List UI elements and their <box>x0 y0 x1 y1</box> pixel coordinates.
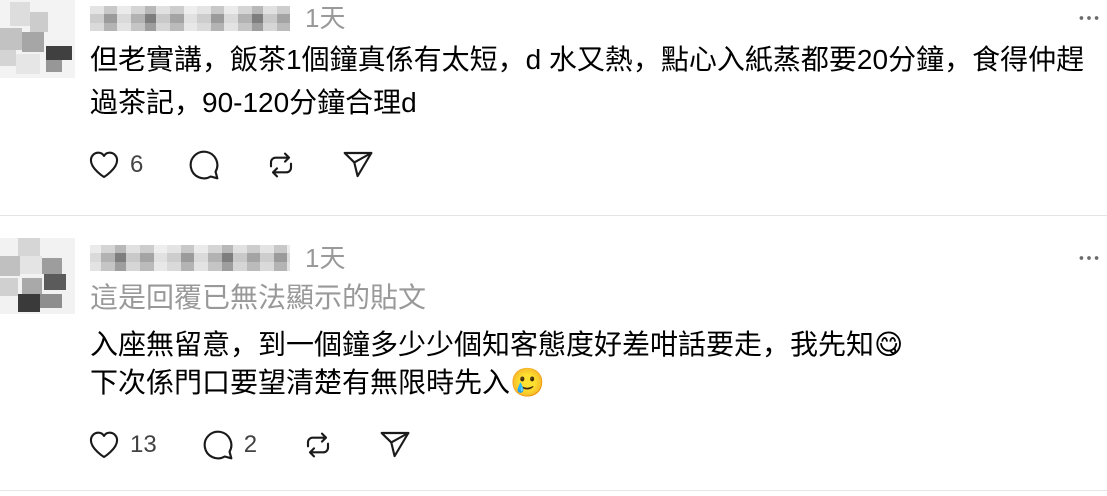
post-text-line: 但老實講，飯茶1個鐘真係有太短，d 水又熱，點心入紙蒸都要20分鐘，食得仲趕 <box>90 44 1085 75</box>
post-timestamp[interactable]: 1天 <box>305 243 345 273</box>
avatar[interactable] <box>0 0 75 78</box>
repost-icon[interactable] <box>265 149 297 181</box>
post-divider <box>0 490 1107 491</box>
more-options-button[interactable] <box>1076 5 1102 31</box>
avatar[interactable] <box>0 238 75 314</box>
like-count[interactable]: 13 <box>130 429 157 461</box>
reply-button[interactable] <box>188 149 220 181</box>
like-count[interactable]: 6 <box>130 149 143 181</box>
post-text: 入座無留意，到一個鐘多少少個知客態度好差咁話要走，我先知😋 下次係門口要望清楚有… <box>90 326 1100 402</box>
repost-icon[interactable] <box>302 429 334 461</box>
username-redacted[interactable] <box>90 6 290 31</box>
post-text-line: 過茶記，90-120分鐘合理d <box>90 87 417 118</box>
heart-icon[interactable] <box>88 429 120 461</box>
reply-button[interactable]: 2 <box>202 429 257 461</box>
post-text-line: 入座無留意，到一個鐘多少少個知客態度好差咁話要走，我先知😋 <box>90 329 904 360</box>
repost-button[interactable] <box>302 429 334 461</box>
more-horizontal-icon[interactable] <box>1076 5 1102 31</box>
post-text-line: 下次係門口要望清楚有無限時先入🥲 <box>90 367 545 398</box>
reply-context-notice: 這是回覆已無法顯示的貼文 <box>90 282 427 313</box>
like-button[interactable]: 13 <box>88 429 157 461</box>
like-button[interactable]: 6 <box>88 149 143 181</box>
reply-count[interactable]: 2 <box>244 429 257 461</box>
username-redacted[interactable] <box>90 245 290 271</box>
more-horizontal-icon[interactable] <box>1076 245 1102 271</box>
share-icon[interactable] <box>379 429 411 461</box>
post-text: 但老實講，飯茶1個鐘真係有太短，d 水又熱，點心入紙蒸都要20分鐘，食得仲趕 過… <box>90 38 1100 124</box>
more-options-button[interactable] <box>1076 245 1102 271</box>
post-actions: 6 <box>88 149 374 181</box>
post-timestamp[interactable]: 1天 <box>305 3 345 33</box>
thread-post: 1天 這是回覆已無法顯示的貼文 入座無留意，到一個鐘多少少個知客態度好差咁話要走… <box>0 216 1107 490</box>
share-button[interactable] <box>379 429 411 461</box>
comment-icon[interactable] <box>202 429 234 461</box>
thread-post: 1天 但老實講，飯茶1個鐘真係有太短，d 水又熱，點心入紙蒸都要20分鐘，食得仲… <box>0 0 1107 215</box>
comment-icon[interactable] <box>188 149 220 181</box>
repost-button[interactable] <box>265 149 297 181</box>
heart-icon[interactable] <box>88 149 120 181</box>
share-icon[interactable] <box>342 149 374 181</box>
share-button[interactable] <box>342 149 374 181</box>
post-actions: 13 2 <box>88 429 411 461</box>
